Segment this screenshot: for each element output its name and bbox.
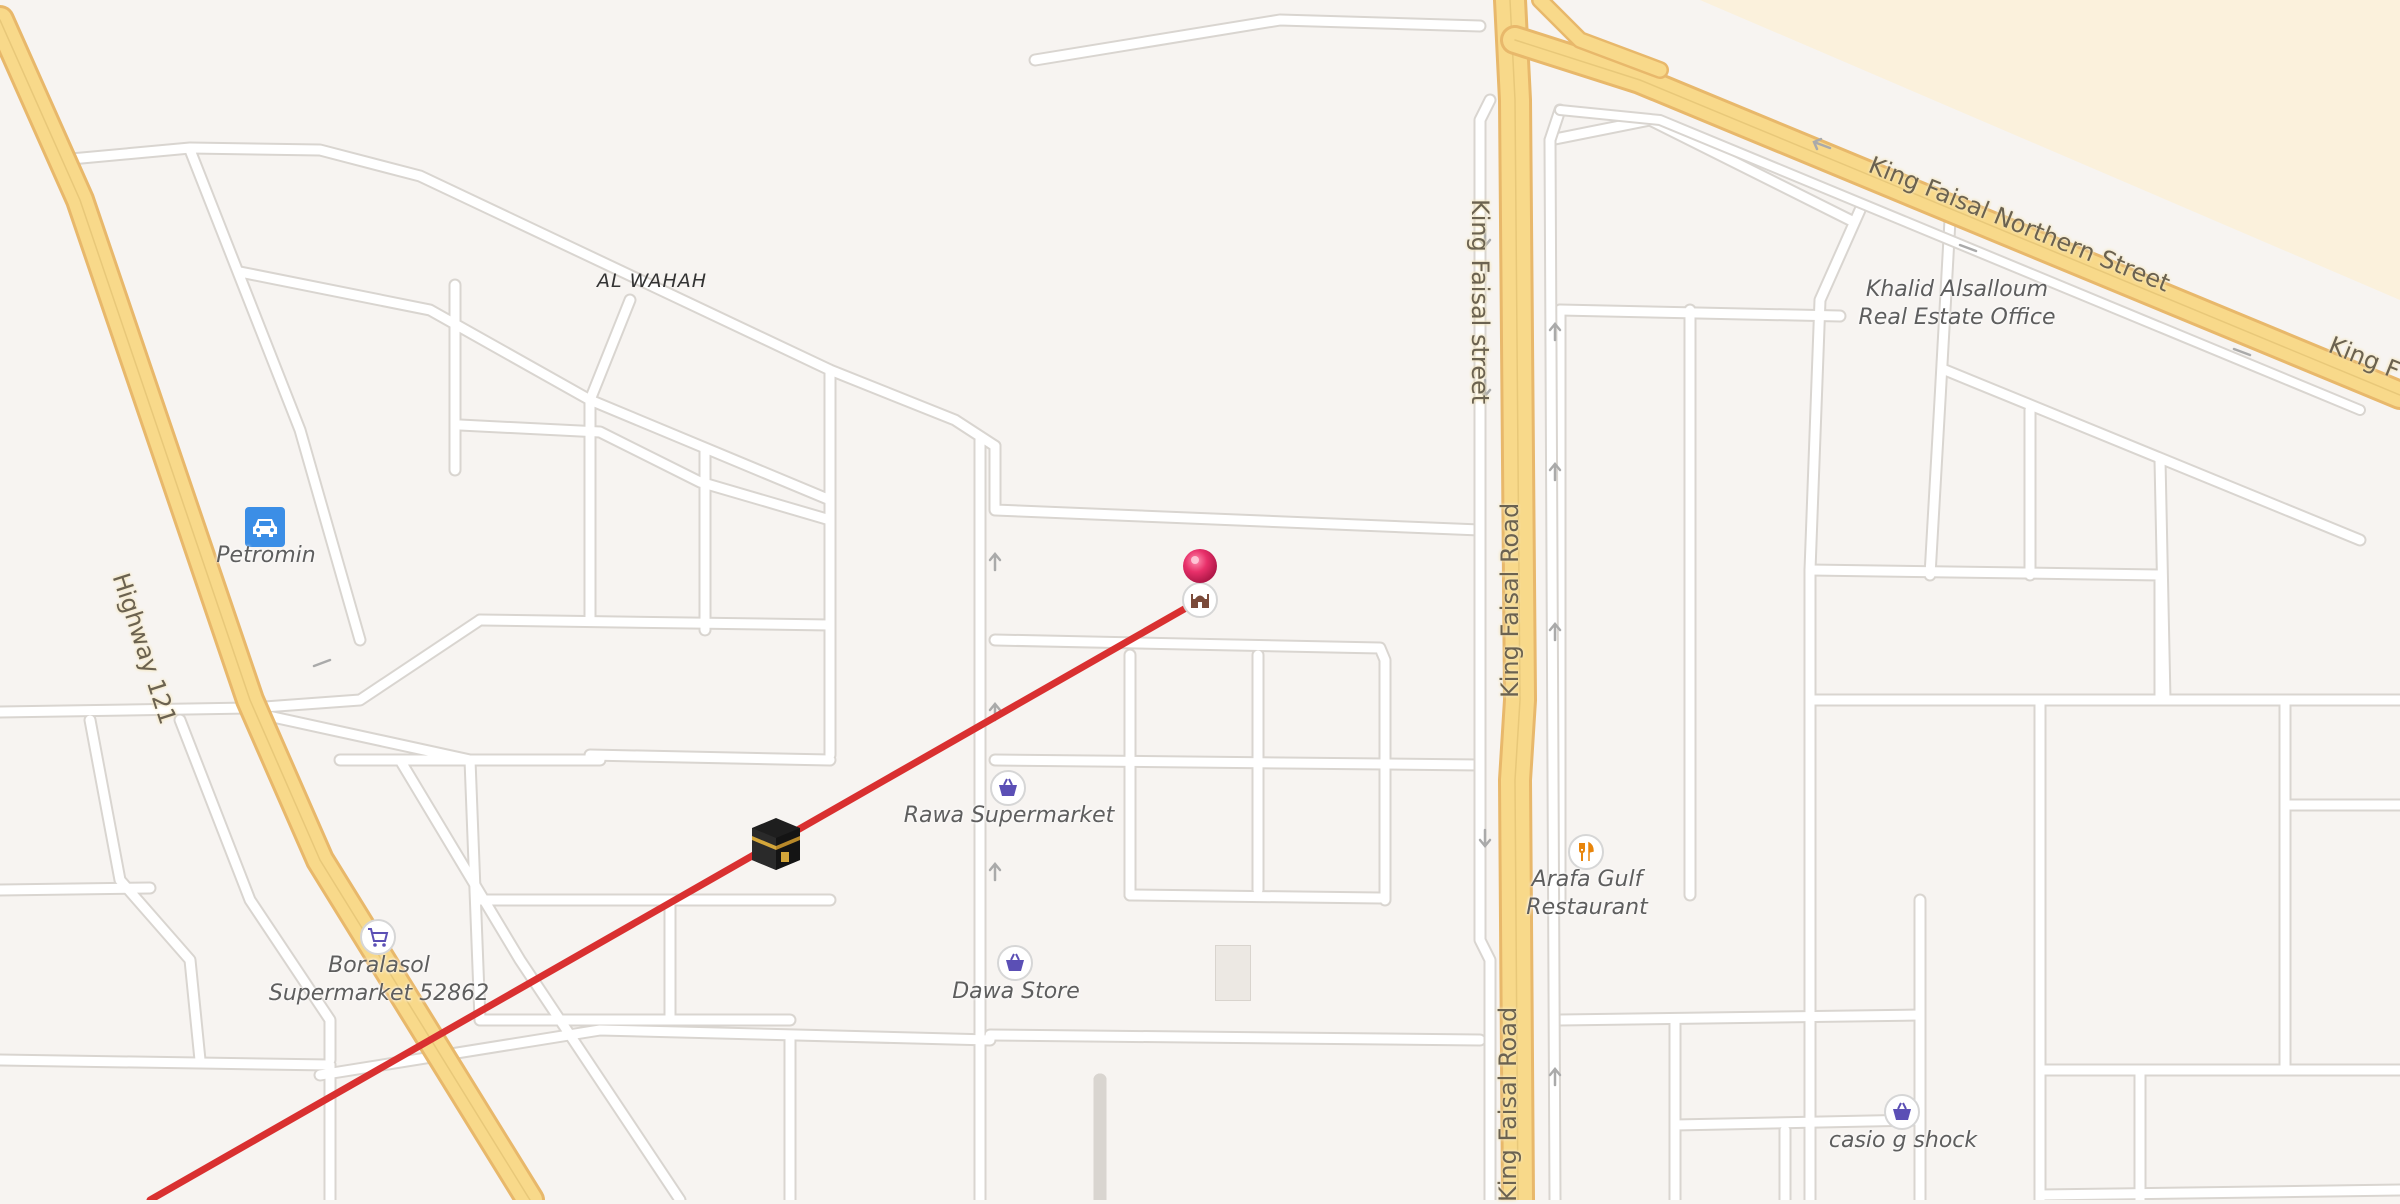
- place-label-casio[interactable]: casio g shock: [1829, 1127, 1977, 1155]
- shopping-basket-icon[interactable]: [997, 945, 1033, 981]
- direction-line: [146, 596, 1204, 1204]
- place-label-boralasol-line2: Supermarket 52862: [268, 981, 490, 1006]
- place-label-boralasol[interactable]: Boralasol Supermarket 52862: [269, 952, 489, 1008]
- pin-icon[interactable]: [1182, 548, 1218, 584]
- place-label-khalid[interactable]: Khalid Alsalloum Real Estate Office: [1859, 276, 2056, 332]
- place-label-arafa[interactable]: Arafa Gulf Restaurant: [1526, 866, 1647, 922]
- road-label-king-faisal-street: King Faisal street: [1466, 199, 1494, 405]
- place-label-petromin[interactable]: Petromin: [216, 542, 315, 570]
- shopping-cart-icon[interactable]: [360, 919, 396, 955]
- restaurant-icon[interactable]: [1568, 834, 1604, 870]
- place-label-arafa-line2: Restaurant: [1526, 895, 1648, 920]
- place-label-boralasol-line1: Boralasol: [328, 953, 430, 978]
- kaaba-icon[interactable]: [748, 816, 804, 872]
- place-label-dawa[interactable]: Dawa Store: [952, 978, 1080, 1006]
- district-label: AL WAHAH: [597, 270, 708, 292]
- mosque-icon[interactable]: [1182, 582, 1218, 618]
- shopping-basket-icon[interactable]: [990, 770, 1026, 806]
- shopping-basket-icon[interactable]: [1884, 1094, 1920, 1130]
- building: [1215, 945, 1251, 1001]
- road-label-king-faisal-road-upper: King Faisal Road: [1496, 502, 1524, 698]
- place-label-khalid-line1: Khalid Alsalloum: [1865, 277, 2049, 302]
- road-label-king-faisal-road-lower: King Faisal Road: [1494, 1006, 1522, 1202]
- place-label-khalid-line2: Real Estate Office: [1858, 305, 2056, 330]
- car-icon[interactable]: [245, 507, 285, 547]
- place-label-arafa-line1: Arafa Gulf: [1531, 867, 1643, 892]
- map-view[interactable]: Highway 121 King Faisal street King Fais…: [0, 0, 2400, 1204]
- place-label-rawa[interactable]: Rawa Supermarket: [904, 802, 1115, 830]
